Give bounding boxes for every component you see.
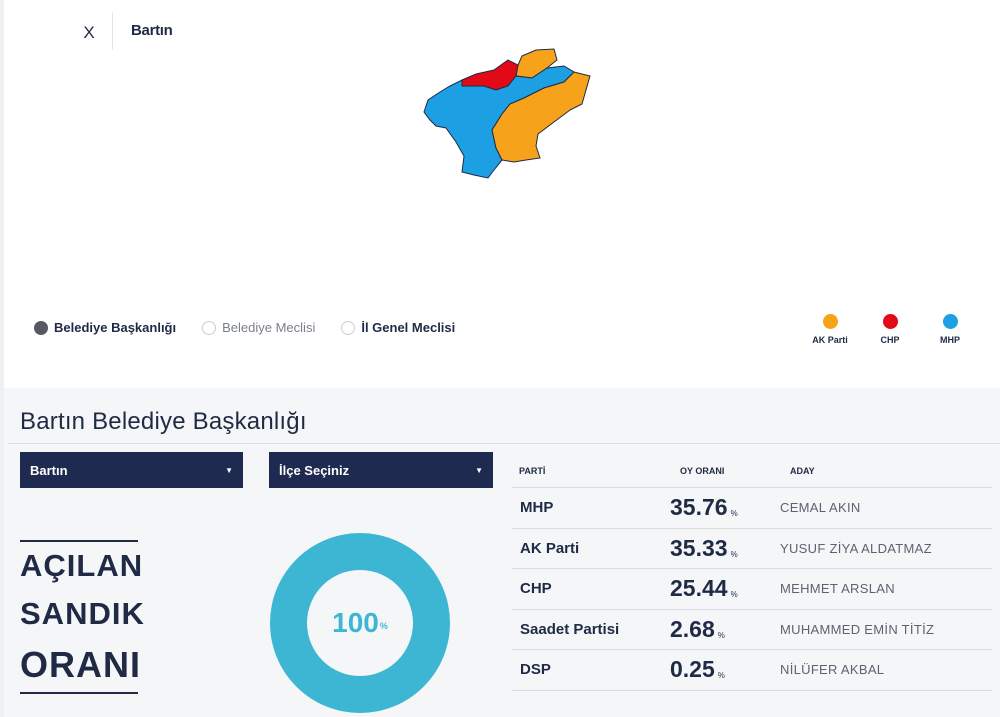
row-rate-value: 35.33 [670,534,728,561]
legend-dot [822,314,838,329]
row-party: Saadet Partisi [520,620,620,638]
radio-label: Belediye Meclisi [222,320,316,335]
row-rate-unit: % [717,630,725,640]
row-rate-unit: % [730,549,738,559]
row-candidate: CEMAL AKIN [780,500,861,516]
radio-il-genel-meclisi[interactable]: İl Genel Meclisi [341,320,455,335]
row-rate-unit: % [730,509,738,519]
province-select[interactable]: Bartın ▼ [20,452,243,488]
table-row: DSP 0.25% NİLÜFER AKBAL [512,650,992,691]
row-rate-value: 2.68 [670,615,715,642]
section-divider [8,443,1000,444]
heading-line-1: AÇILAN [20,548,144,583]
header-rate: OY ORANI [680,465,725,476]
legend-label: MHP [940,335,960,345]
table-row: AK Parti 35.33% YUSUF ZİYA ALDATMAZ [512,529,992,569]
radio-selected-dot [34,320,48,335]
province-select-value: Bartın [30,462,68,478]
row-rate: 25.44% [670,575,780,602]
results-panel: Bartın Belediye Başkanlığı Bartın ▼ İlçe… [0,388,1000,717]
results-table-header: PARTİ OY ORANI ADAY [512,454,992,488]
heading-line-3: ORANI [20,644,141,685]
row-party: MHP [520,499,554,517]
row-rate: 0.25% [670,656,780,683]
row-candidate: NİLÜFER AKBAL [780,662,885,678]
legend-label: AK Parti [812,335,848,345]
district-select-value: İlçe Seçiniz [279,462,350,478]
legend-label: CHP [880,335,900,345]
radio-belediye-baskanligi[interactable]: Belediye Başkanlığı [34,320,176,335]
donut-unit: % [379,621,388,631]
heading-line-2: SANDIK [20,596,145,631]
radio-label: İl Genel Meclisi [361,320,456,335]
row-rate: 2.68% [670,616,780,643]
header-party: PARTİ [519,465,546,476]
header-divider [112,12,113,50]
row-party: CHP [520,580,552,598]
row-candidate: MUHAMMED EMİN TİTİZ [780,621,935,637]
district-select[interactable]: İlçe Seçiniz ▼ [269,452,493,488]
row-rate-value: 0.25 [670,656,715,683]
header-candidate: ADAY [790,465,815,476]
party-legend: AK Parti CHP MHP [810,314,970,345]
legend-item-chp: CHP [870,314,910,345]
election-type-selector: Belediye Başkanlığı Belediye Meclisi İl … [34,320,455,335]
map-panel: X Bartın Belediye Başkanlığı Belediye Me… [0,0,1000,388]
row-party: AK Parti [520,539,580,557]
radio-dot [341,320,356,335]
row-candidate: YUSUF ZİYA ALDATMAZ [780,540,932,556]
close-button[interactable]: X [74,18,104,48]
map-title: Bartın [131,22,173,39]
row-party: DSP [520,661,551,679]
legend-dot [882,314,898,329]
results-table: PARTİ OY ORANI ADAY MHP 35.76% CEMAL AKIN A… [512,454,992,691]
row-candidate: MEHMET ARSLAN [780,581,895,597]
chevron-down-icon: ▼ [475,465,483,475]
heading-rule-bottom [20,692,138,694]
donut-center: 100 % [307,570,413,676]
table-row: MHP 35.76% CEMAL AKIN [512,488,992,529]
radio-belediye-meclisi[interactable]: Belediye Meclisi [202,320,315,335]
province-map [423,48,591,179]
row-rate: 35.76% [670,494,780,521]
chevron-down-icon: ▼ [225,465,233,475]
radio-dot [202,320,217,335]
opened-ballots-donut: 100 % [270,533,450,713]
legend-item-ak-parti: AK Parti [810,314,850,345]
legend-dot [942,314,958,329]
legend-item-mhp: MHP [930,314,970,345]
table-row: CHP 25.44% MEHMET ARSLAN [512,569,992,610]
table-row: Saadet Partisi 2.68% MUHAMMED EMİN TİTİZ [512,610,992,650]
row-rate-unit: % [730,590,738,600]
radio-label: Belediye Başkanlığı [54,320,177,335]
row-rate-value: 35.76 [670,494,728,521]
row-rate-value: 25.44 [670,575,728,602]
opened-ballots-heading: AÇILAN SANDIK ORANI [20,540,145,694]
row-rate: 35.33% [670,535,780,562]
donut-value: 100 [332,607,379,638]
row-rate-unit: % [717,671,725,681]
section-title: Bartın Belediye Başkanlığı [20,408,307,435]
